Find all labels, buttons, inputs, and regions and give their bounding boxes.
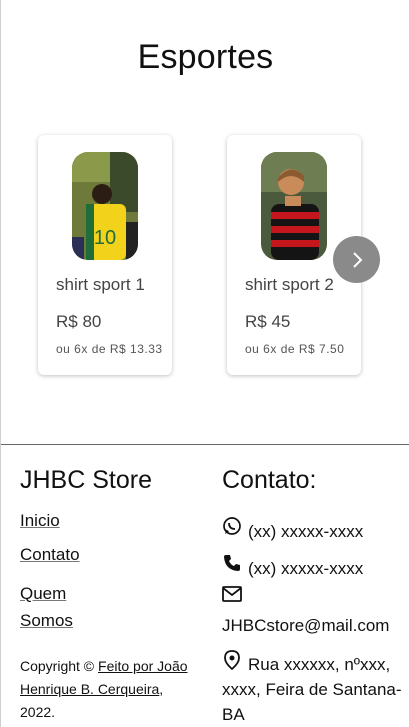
contact-email[interactable]: JHBCstore@mail.com — [222, 616, 389, 636]
product-name[interactable]: shirt sport 2 — [245, 275, 334, 295]
phone-icon — [224, 555, 240, 571]
product-installments: ou 6x de R$ 13.33 — [56, 342, 163, 356]
chevron-right-icon — [352, 251, 362, 268]
mail-icon — [222, 586, 242, 602]
product-name[interactable]: shirt sport 1 — [56, 275, 145, 295]
footer-link-quem-somos[interactable]: Quem Somos — [20, 580, 90, 634]
section-title: Esportes — [137, 38, 274, 76]
footer-divider — [1, 444, 409, 445]
footer-link-contato[interactable]: Contato — [20, 545, 80, 565]
address-text: Rua xxxxxx, nºxxx, xxxx, Feira de Santan… — [222, 655, 402, 724]
whatsapp-number: (xx) xxxxx-xxxx — [248, 522, 364, 541]
whatsapp-icon — [223, 517, 241, 535]
svg-text:10: 10 — [94, 227, 116, 249]
product-card[interactable]: 10 shirt sport 1 R$ 80 ou 6x de R$ 13.33 — [38, 135, 172, 375]
product-installments: ou 6x de R$ 7.50 — [245, 342, 345, 356]
product-price: R$ 45 — [245, 312, 291, 331]
footer-link-inicio[interactable]: Inicio — [20, 511, 60, 531]
product-price: R$ 80 — [56, 312, 102, 331]
contact-address: Rua xxxxxx, nºxxx, xxxx, Feira de Santan… — [222, 652, 402, 727]
contact-phone: (xx) xxxxx-xxxx — [222, 547, 363, 579]
copyright-prefix: Copyright © — [20, 658, 95, 674]
contact-whatsapp: (xx) xxxxx-xxxx — [222, 510, 363, 542]
phone-number: (xx) xxxxx-xxxx — [248, 559, 364, 578]
carousel-next-button[interactable] — [333, 236, 380, 283]
product-image[interactable] — [261, 152, 327, 260]
product-image[interactable]: 10 — [72, 152, 138, 260]
copyright-text: Copyright © Feito por João Henrique B. C… — [20, 655, 190, 724]
contact-title: Contato: — [222, 466, 317, 494]
footer-store-name: JHBC Store — [20, 466, 152, 494]
